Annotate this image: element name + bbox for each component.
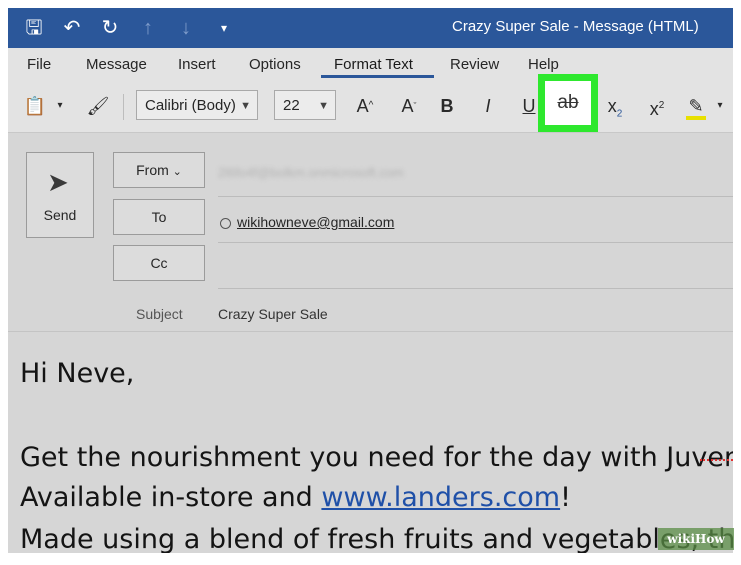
divider	[218, 196, 733, 197]
format-painter-icon[interactable]: 🖌	[84, 92, 112, 120]
shrink-font-icon: A	[401, 96, 414, 116]
arrow-down-icon[interactable]: ↓	[174, 16, 198, 40]
outlook-window: 🖫 ↶ ↻ ↑ ↓ ▾ Crazy Super Sale - Message (…	[8, 8, 733, 553]
redo-icon[interactable]: ↻	[98, 16, 122, 40]
tab-insert[interactable]: Insert	[178, 56, 216, 73]
body-line-2-end: !	[560, 482, 571, 513]
tab-file[interactable]: File	[27, 56, 51, 73]
grow-font-icon: A	[356, 96, 369, 116]
tab-options[interactable]: Options	[249, 56, 301, 73]
from-label: From	[136, 162, 169, 178]
italic-button[interactable]: I	[476, 92, 500, 120]
from-button[interactable]: From ⌄	[113, 152, 205, 188]
chevron-down-icon: ▼	[318, 100, 329, 112]
message-header: ➤ Send From ⌄ 2l6fo4f@bolkm.onmicrosoft.…	[8, 133, 733, 332]
send-label: Send	[43, 207, 77, 223]
font-name-dropdown[interactable]: Calibri (Body) ▼	[136, 90, 258, 120]
chevron-down-icon: ⌄	[172, 166, 182, 178]
to-recipient[interactable]: wikihowneve@gmail.com	[220, 214, 394, 230]
to-button[interactable]: To	[113, 199, 205, 235]
active-tab-indicator	[321, 75, 434, 78]
title-bar: 🖫 ↶ ↻ ↑ ↓ ▾ Crazy Super Sale - Message (…	[8, 8, 733, 48]
ribbon-toolbar: 📋 ▾ 🖌 Calibri (Body) ▼ 22 ▼ A^ Aˇ B I U …	[8, 84, 733, 133]
font-size-value: 22	[283, 97, 300, 114]
superscript-mark: 2	[658, 100, 665, 111]
subject-label: Subject	[136, 306, 183, 322]
tab-format-text[interactable]: Format Text	[334, 56, 413, 73]
subscript-letter: x	[607, 96, 617, 116]
subject-input[interactable]: Crazy Super Sale	[218, 306, 328, 322]
to-address: wikihowneve@gmail.com	[237, 214, 395, 230]
wikihow-watermark: wikiHow	[658, 528, 734, 550]
body-line-3: Made using a blend of fresh fruits and v…	[20, 524, 733, 553]
highlight-icon[interactable]: ✎	[682, 92, 710, 120]
customize-qat-icon[interactable]: ▾	[212, 16, 236, 40]
send-button[interactable]: ➤ Send	[26, 152, 94, 238]
body-line-2-text: Available in-store and	[20, 482, 322, 513]
bold-button[interactable]: B	[434, 92, 460, 120]
tab-message[interactable]: Message	[86, 56, 147, 73]
strikethrough-button[interactable]: ab	[538, 74, 598, 132]
cc-button[interactable]: Cc	[113, 245, 205, 281]
ribbon-tabs: File Message Insert Options Format Text …	[8, 48, 733, 84]
caret-up-icon: ^	[368, 100, 374, 111]
window-title: Crazy Super Sale - Message (HTML)	[452, 18, 699, 35]
website-link[interactable]: www.landers.com	[321, 482, 560, 513]
save-icon[interactable]: 🖫	[22, 16, 46, 40]
superscript-letter: x	[649, 99, 659, 119]
from-address: 2l6fo4f@bolkm.onmicrosoft.com	[218, 165, 404, 180]
chevron-down-icon: ▼	[240, 100, 251, 112]
grow-font-button[interactable]: A^	[350, 92, 380, 120]
shrink-font-button[interactable]: Aˇ	[394, 92, 424, 120]
strikethrough-icon: ab	[557, 92, 579, 113]
message-body[interactable]: Hi Neve, Get the nourishment you need fo…	[8, 332, 733, 553]
paste-icon[interactable]: 📋	[20, 92, 50, 120]
font-size-dropdown[interactable]: 22 ▼	[274, 90, 336, 120]
highlight-dropdown-icon[interactable]: ▾	[714, 92, 726, 120]
spellcheck-underline	[700, 456, 733, 461]
paste-dropdown-icon[interactable]: ▾	[54, 92, 66, 120]
divider	[218, 242, 733, 243]
body-line-2: Available in-store and www.landers.com!	[20, 482, 571, 513]
body-greeting: Hi Neve,	[20, 358, 135, 389]
superscript-button[interactable]: x2	[644, 92, 670, 120]
subscript-mark: 2	[616, 108, 623, 120]
quick-access-toolbar: 🖫 ↶ ↻ ↑ ↓ ▾	[22, 16, 236, 40]
subscript-button[interactable]: x2	[602, 92, 628, 120]
ribbon-separator	[123, 94, 124, 120]
tab-help[interactable]: Help	[528, 56, 559, 73]
send-icon: ➤	[47, 167, 69, 197]
undo-icon[interactable]: ↶	[60, 16, 84, 40]
divider	[218, 288, 733, 289]
presence-icon	[220, 217, 231, 229]
caret-down-icon: ˇ	[413, 101, 417, 111]
font-name-value: Calibri (Body)	[145, 97, 236, 114]
arrow-up-icon[interactable]: ↑	[136, 16, 160, 40]
body-line-1: Get the nourishment you need for the day…	[20, 442, 733, 473]
tab-review[interactable]: Review	[450, 56, 499, 73]
